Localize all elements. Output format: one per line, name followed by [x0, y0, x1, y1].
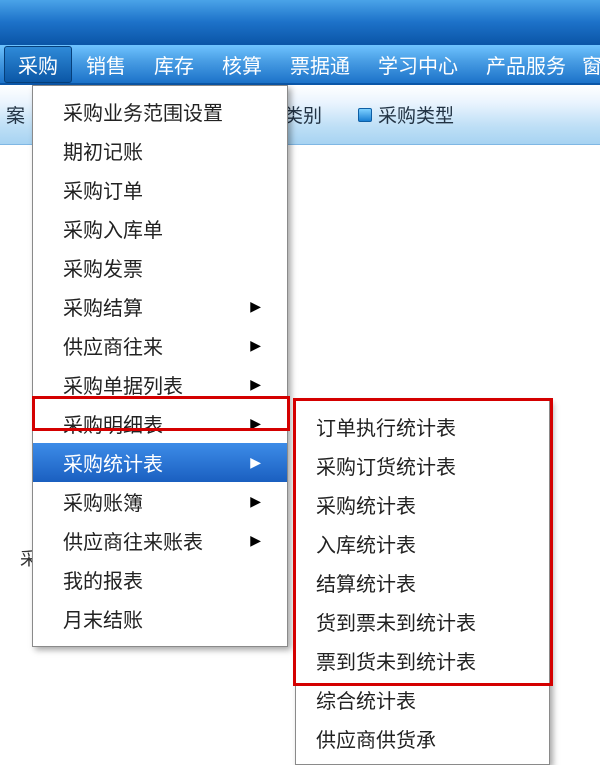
dd-item-monthend[interactable]: 月末结账 [33, 599, 287, 638]
purchase-dropdown: 采购业务范围设置 期初记账 采购订单 采购入库单 采购发票 采购结算▶ 供应商往… [32, 85, 288, 647]
chevron-right-icon: ▶ [250, 376, 261, 393]
sub-item-goods-no-bill[interactable]: 货到票未到统计表 [296, 602, 549, 641]
dd-item-supplier[interactable]: 供应商往来▶ [33, 326, 287, 365]
dd-item-doclist[interactable]: 采购单据列表▶ [33, 365, 287, 404]
menu-item-learning[interactable]: 学习中心 [364, 46, 472, 83]
ribbon-category-label: 类别 [284, 101, 322, 128]
type-icon [358, 108, 372, 122]
dd-item-receipt[interactable]: 采购入库单 [33, 209, 287, 248]
ribbon-type-group[interactable]: 采购类型 [358, 101, 454, 128]
chevron-right-icon: ▶ [250, 415, 261, 432]
chevron-right-icon: ▶ [250, 298, 261, 315]
menu-item-sales[interactable]: 销售 [72, 46, 140, 83]
dd-item-scope[interactable]: 采购业务范围设置 [33, 92, 287, 131]
dd-item-settle[interactable]: 采购结算▶ [33, 287, 287, 326]
dd-item-order[interactable]: 采购订单 [33, 170, 287, 209]
sub-item-order-stats[interactable]: 采购订货统计表 [296, 446, 549, 485]
sub-item-inbound-stats[interactable]: 入库统计表 [296, 524, 549, 563]
stats-submenu: 订单执行统计表 采购订货统计表 采购统计表 入库统计表 结算统计表 货到票未到统… [295, 400, 550, 765]
title-bar [0, 0, 600, 45]
dd-item-invoice[interactable]: 采购发票 [33, 248, 287, 287]
dd-item-supplier-ledger[interactable]: 供应商往来账表▶ [33, 521, 287, 560]
menu-item-purchase[interactable]: 采购 [4, 46, 72, 83]
dd-item-myreports[interactable]: 我的报表 [33, 560, 287, 599]
sub-item-purchase-stats[interactable]: 采购统计表 [296, 485, 549, 524]
menu-item-cut[interactable]: 窗 [580, 46, 600, 83]
ribbon-left-cut: 案 [6, 101, 25, 128]
sub-item-supplier-cut[interactable]: 供应商供货承 [296, 719, 549, 758]
menu-item-accounting[interactable]: 核算 [208, 46, 276, 83]
chevron-right-icon: ▶ [250, 532, 261, 549]
chevron-right-icon: ▶ [250, 454, 261, 471]
menu-item-product[interactable]: 产品服务 [472, 46, 580, 83]
sub-item-combined[interactable]: 综合统计表 [296, 680, 549, 719]
menu-item-bills[interactable]: 票据通 [276, 46, 364, 83]
sub-item-settle-stats[interactable]: 结算统计表 [296, 563, 549, 602]
dd-item-ledger[interactable]: 采购账簿▶ [33, 482, 287, 521]
dd-item-initial[interactable]: 期初记账 [33, 131, 287, 170]
chevron-right-icon: ▶ [250, 337, 261, 354]
menu-item-inventory[interactable]: 库存 [140, 46, 208, 83]
chevron-right-icon: ▶ [250, 493, 261, 510]
dd-item-detail[interactable]: 采购明细表▶ [33, 404, 287, 443]
menu-bar: 采购 销售 库存 核算 票据通 学习中心 产品服务 窗 [0, 45, 600, 85]
dd-item-stats[interactable]: 采购统计表▶ [33, 443, 287, 482]
sub-item-order-exec[interactable]: 订单执行统计表 [296, 407, 549, 446]
ribbon-type-label: 采购类型 [378, 101, 454, 128]
sub-item-bill-no-goods[interactable]: 票到货未到统计表 [296, 641, 549, 680]
